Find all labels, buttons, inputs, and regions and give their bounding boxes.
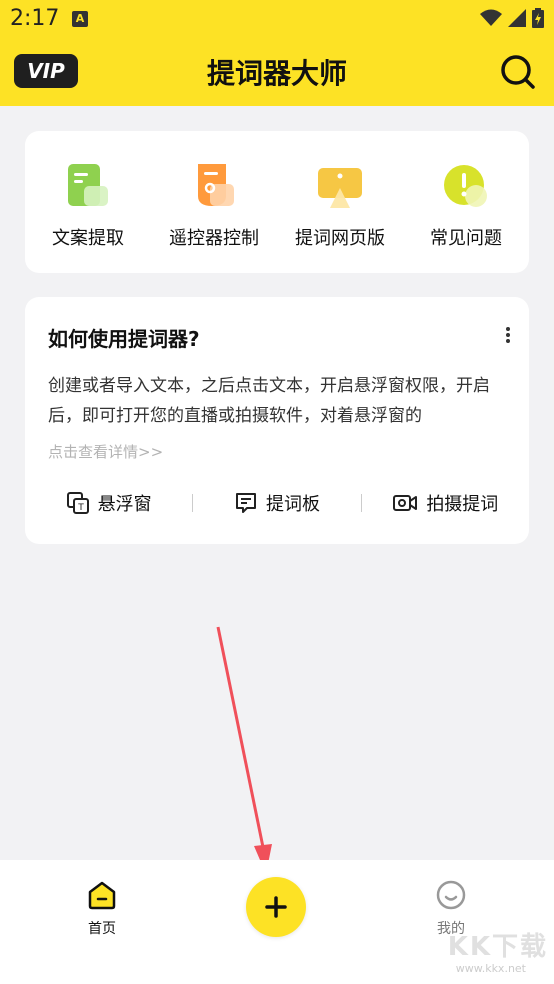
home-icon <box>88 881 116 910</box>
plus-icon <box>265 896 287 918</box>
annotation-arrow <box>216 626 272 874</box>
watermark: KK下载 <box>447 932 548 962</box>
tab-home-label: 首页 <box>88 921 116 937</box>
watermark-url: www.kkx.net <box>455 962 526 975</box>
add-button[interactable] <box>246 877 306 937</box>
tab-home[interactable]: 首页 <box>62 880 142 938</box>
smiley-icon <box>436 880 466 910</box>
